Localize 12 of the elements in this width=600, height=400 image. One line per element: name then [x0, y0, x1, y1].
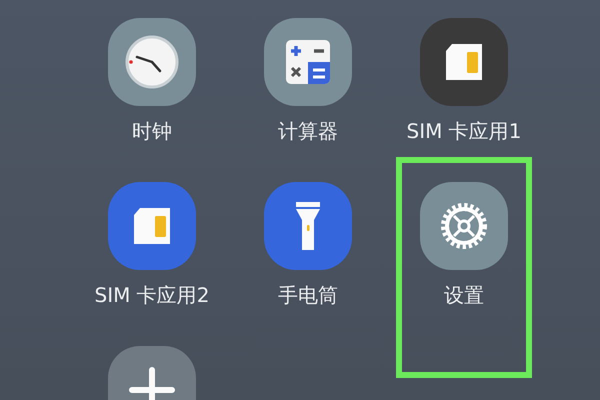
app-icon[interactable]	[108, 18, 196, 106]
app-icon[interactable]	[264, 182, 352, 270]
app-icon[interactable]	[108, 182, 196, 270]
app-label[interactable]: 时钟	[132, 118, 172, 144]
app-label[interactable]: 计算器	[278, 118, 338, 144]
app-label[interactable]: 设置	[444, 282, 484, 308]
app-icon[interactable]	[420, 182, 508, 270]
app-label[interactable]: SIM 卡应用1	[406, 118, 522, 144]
app-label[interactable]: SIM 卡应用2	[94, 282, 210, 308]
app-label[interactable]: 手电筒	[278, 282, 338, 308]
app-icon[interactable]	[420, 18, 508, 106]
app-icon[interactable]	[264, 18, 352, 106]
